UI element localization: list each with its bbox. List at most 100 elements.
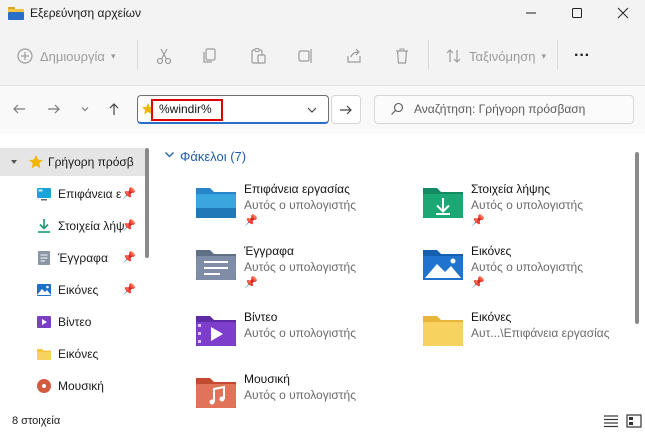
close-button[interactable] [600, 0, 645, 26]
chevron-down-icon [81, 107, 89, 112]
folder-location: Αυτός ο υπολογιστής [244, 388, 356, 402]
trash-icon [396, 48, 408, 64]
share-button[interactable] [345, 44, 363, 68]
arrow-right-icon [340, 105, 352, 114]
chevron-down-icon[interactable] [164, 149, 175, 163]
arrow-right-icon [48, 104, 60, 114]
chevron-down-icon[interactable] [10, 158, 18, 166]
sidebar-item-documents[interactable]: Έγγραφα 📌 [0, 244, 145, 272]
download-icon [38, 219, 50, 233]
folder-name: Έγγραφα [244, 244, 294, 258]
item-count: 8 στοιχεία [12, 415, 61, 427]
folder-name: Μουσική [244, 372, 290, 386]
sidebar-item-videos[interactable]: Βίντεο [0, 308, 145, 336]
divider [428, 40, 429, 70]
folder-name: Εικόνες [471, 310, 512, 324]
chevron-down-icon: ▾ [541, 50, 546, 61]
pin-icon: 📌 [122, 188, 136, 200]
sidebar-item-label: Βίντεο [58, 315, 92, 329]
folder-icon [423, 316, 463, 346]
folder-tile-desktop[interactable]: Επιφάνεια εργασίας Αυτός ο υπολογιστής 📌 [194, 182, 414, 238]
file-explorer-icon [8, 7, 24, 20]
folder-tile-documents[interactable]: Έγγραφα Αυτός ο υπολογιστής 📌 [194, 244, 414, 300]
folder-location: Αυτός ο υπολογιστής [471, 198, 583, 212]
back-button[interactable] [8, 98, 30, 120]
folder-tile-downloads[interactable]: Στοιχεία λήψης Αυτός ο υπολογιστής 📌 [421, 182, 641, 238]
details-view-icon[interactable] [603, 414, 619, 428]
cut-icon [156, 48, 172, 65]
close-icon [617, 7, 629, 19]
sort-label: Ταξινόμηση [469, 48, 536, 64]
rename-icon [298, 49, 312, 63]
cut-button[interactable] [155, 44, 173, 68]
address-dropdown-icon[interactable] [306, 104, 318, 116]
sidebar-item-downloads[interactable]: Στοιχεία λήψ 📌 [0, 212, 145, 240]
pin-icon: 📌 [471, 277, 485, 289]
sort-icon [446, 49, 461, 63]
folder-location: Αυτός ο υπολογιστής [244, 198, 356, 212]
videos-folder-icon [196, 316, 236, 346]
sidebar-item-label: Στοιχεία λήψ [58, 219, 125, 233]
folder-tile-pictures[interactable]: Εικόνες Αυτός ο υπολογιστής 📌 [421, 244, 641, 300]
desktop-icon [37, 188, 51, 201]
add-icon [17, 48, 33, 64]
search-input[interactable]: Αναζήτηση: Γρήγορη πρόσβαση [414, 102, 585, 116]
downloads-folder-icon [423, 188, 463, 218]
content-scrollbar[interactable] [635, 152, 639, 324]
address-input[interactable]: %windir% [151, 99, 223, 121]
search-icon [391, 102, 404, 115]
delete-button[interactable] [393, 44, 411, 68]
pin-icon: 📌 [471, 215, 485, 227]
sidebar-item-music[interactable]: Μουσική [0, 372, 145, 400]
desktop-folder-icon [196, 188, 236, 218]
copy-icon [203, 48, 216, 63]
folder-location: Αυτός ο υπολογιστής [244, 326, 356, 340]
sidebar-item-quick-access[interactable]: Γρήγορη πρόσβ [0, 148, 145, 176]
copy-button[interactable] [201, 44, 219, 68]
documents-icon [38, 251, 50, 265]
sidebar-item-desktop[interactable]: Επιφάνεια ε 📌 [0, 180, 145, 208]
sidebar-item-label: Έγγραφα [58, 251, 108, 265]
sidebar-item-label: Γρήγορη πρόσβ [48, 155, 134, 169]
more-options-button[interactable]: ··· [574, 44, 590, 68]
rename-button[interactable] [297, 44, 315, 68]
folder-location: Αυτός ο υπολογιστής [471, 260, 583, 274]
pin-icon: 📌 [122, 252, 136, 264]
folder-tile-videos[interactable]: Βίντεο Αυτός ο υπολογιστής [194, 310, 414, 366]
paste-button[interactable] [249, 44, 267, 68]
sidebar-item-label: Εικόνες [58, 347, 99, 361]
folder-tile-pictures-desktop[interactable]: Εικόνες Αυτ...\Επιφάνεια εργασίας [421, 310, 641, 366]
sidebar-item-pictures[interactable]: Εικόνες 📌 [0, 276, 145, 304]
divider [137, 40, 138, 70]
sidebar-scrollbar[interactable] [145, 148, 149, 258]
star-icon [29, 155, 43, 169]
pictures-folder-icon [423, 250, 463, 280]
new-button[interactable]: Δημιουργία ▾ [16, 44, 115, 68]
forward-button[interactable] [43, 98, 65, 120]
pin-icon: 📌 [244, 277, 258, 289]
folders-group-header[interactable]: Φάκελοι (7) [180, 149, 246, 164]
sidebar-item-pictures-folder[interactable]: Εικόνες [0, 340, 145, 368]
share-icon [347, 48, 361, 63]
divider [557, 40, 558, 70]
music-folder-icon [196, 378, 236, 408]
tiles-view-icon[interactable] [626, 414, 642, 428]
documents-folder-icon [196, 250, 236, 280]
new-label: Δημιουργία [40, 48, 105, 64]
up-button[interactable] [103, 98, 125, 120]
window-title: Εξερεύνηση αρχείων [30, 6, 141, 20]
go-button[interactable] [331, 95, 361, 124]
recent-locations-button[interactable] [74, 98, 96, 120]
maximize-button[interactable] [554, 0, 600, 26]
maximize-icon [572, 8, 582, 18]
pin-icon: 📌 [122, 284, 136, 296]
folder-name: Στοιχεία λήψης [471, 182, 551, 196]
minimize-button[interactable] [508, 0, 554, 26]
sort-button[interactable]: Ταξινόμηση ▾ [445, 44, 546, 68]
pictures-icon [37, 284, 51, 296]
arrow-up-icon [109, 103, 119, 115]
music-icon [37, 379, 51, 393]
paste-icon [251, 48, 266, 64]
sidebar-item-label: Εικόνες [58, 283, 99, 297]
pin-icon: 📌 [122, 220, 136, 232]
